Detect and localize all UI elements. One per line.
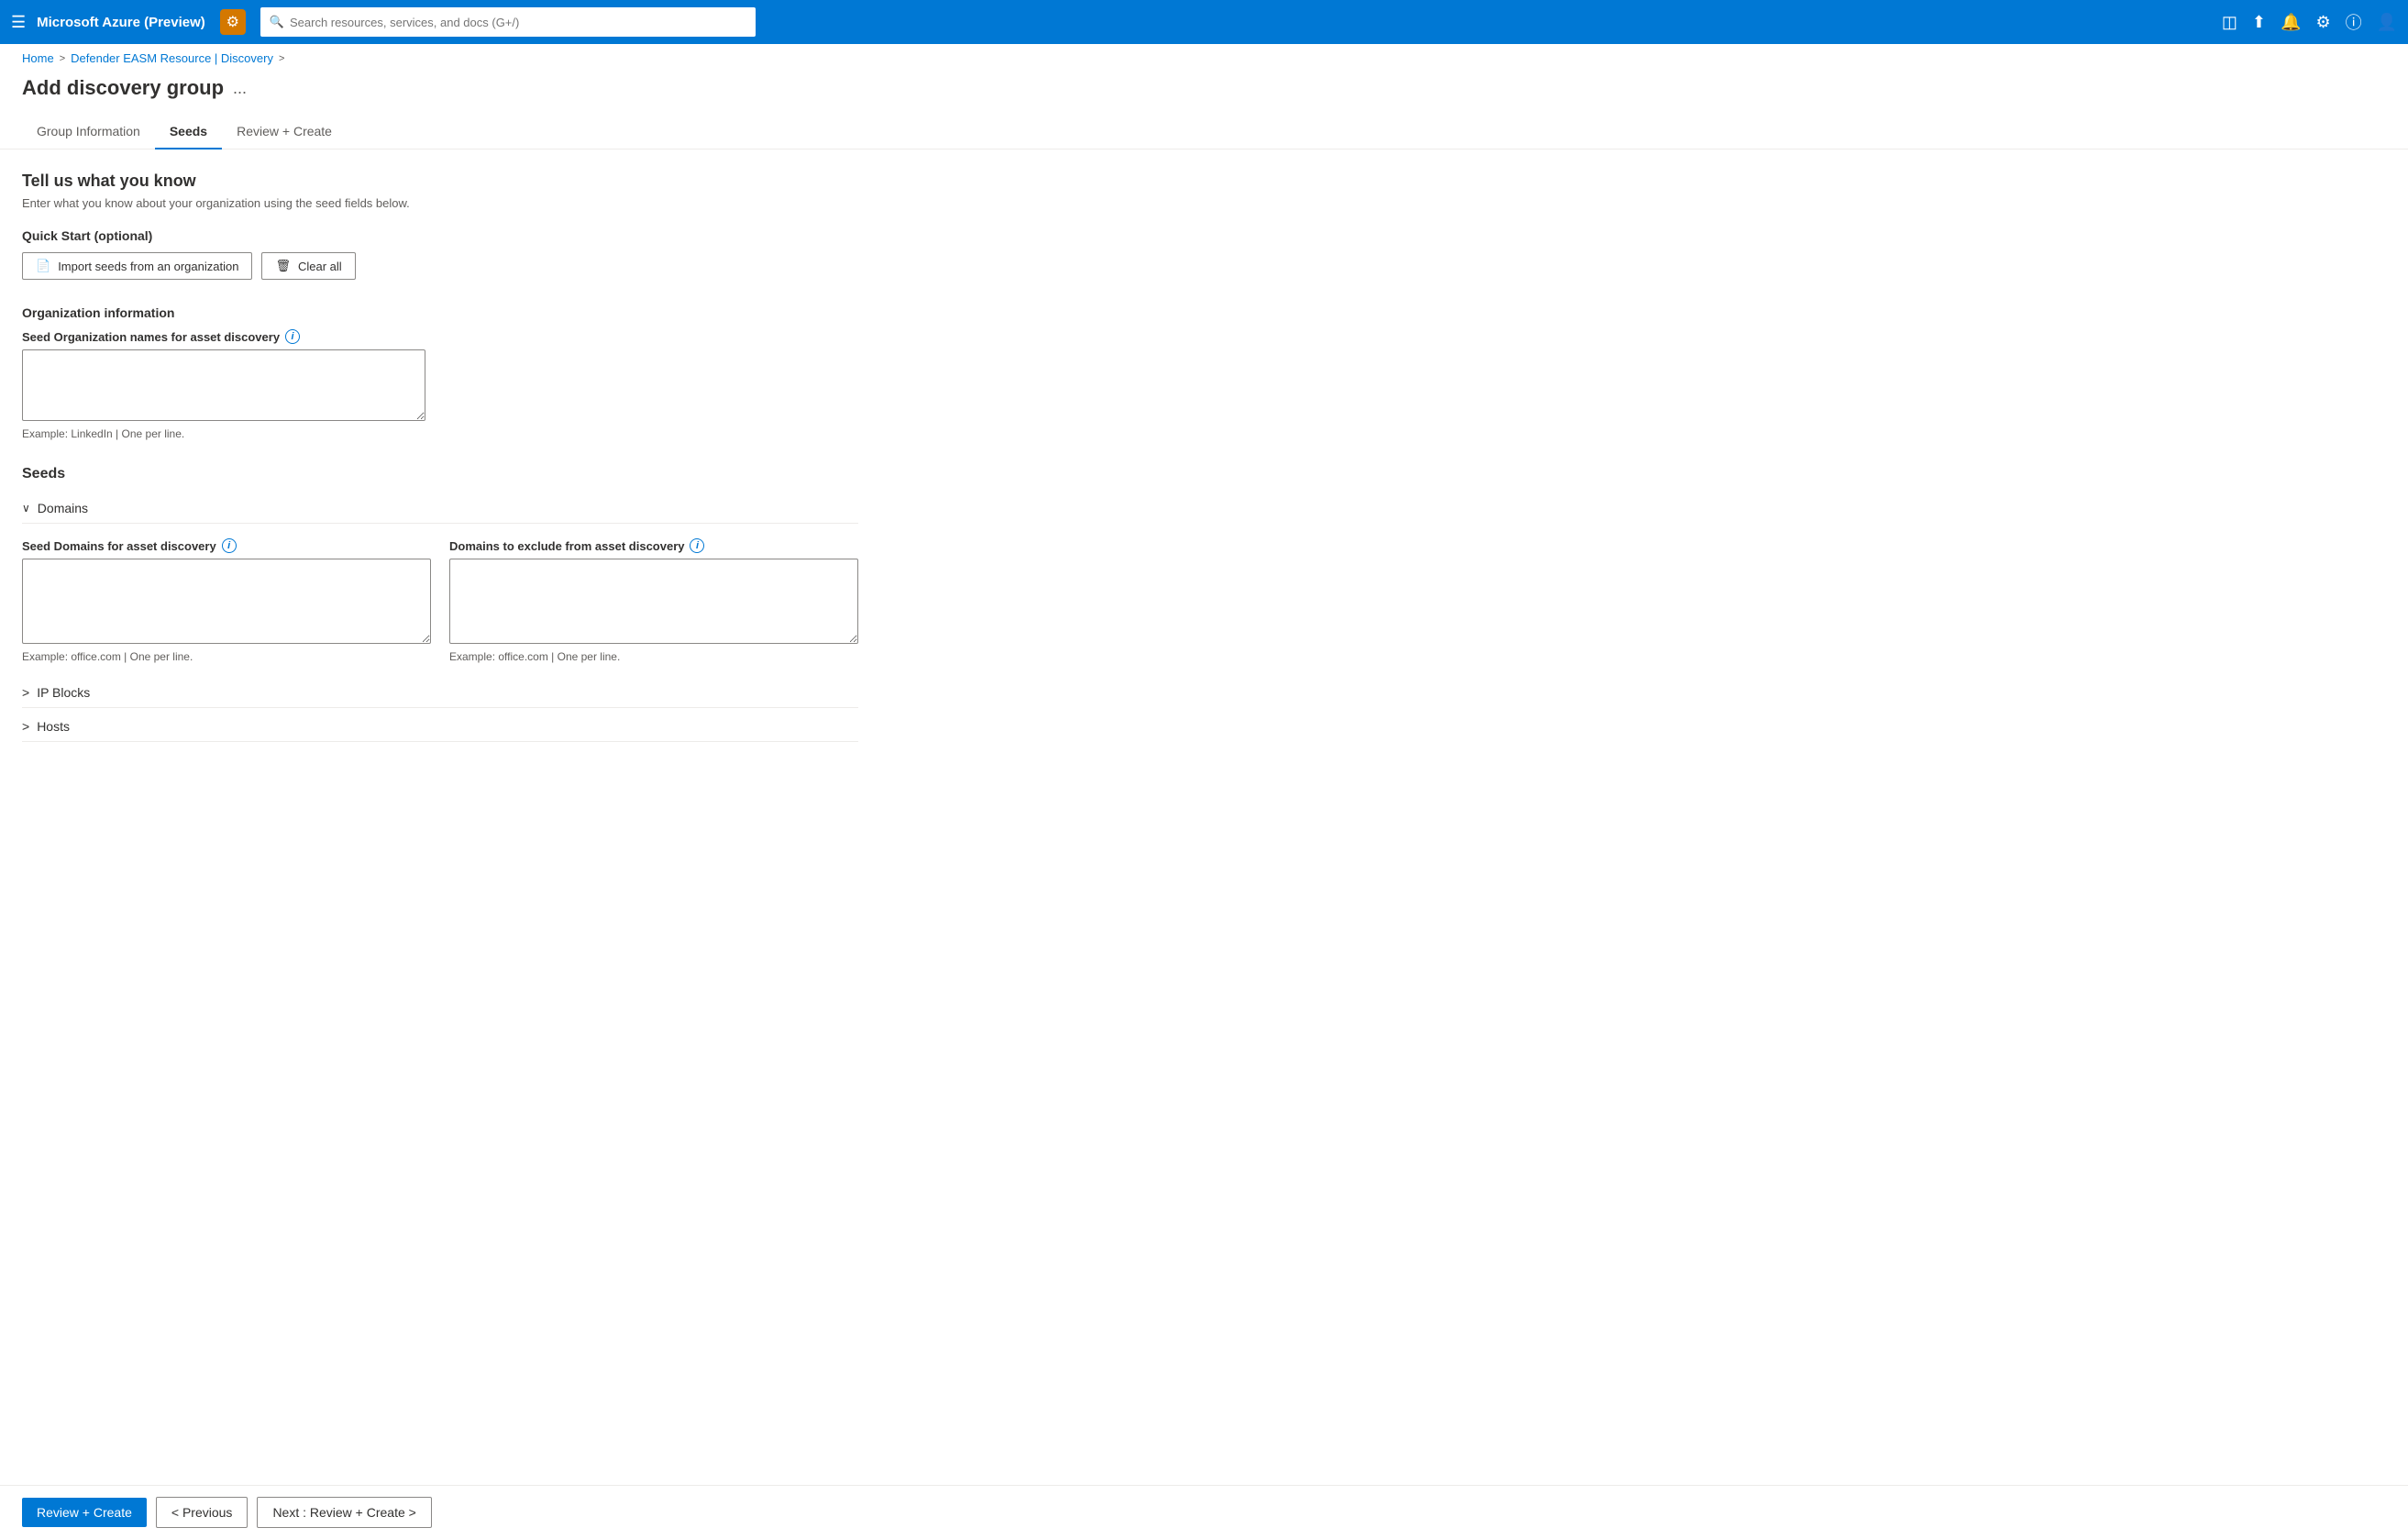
- app-title: Microsoft Azure (Preview): [37, 15, 205, 30]
- search-icon: 🔍: [270, 15, 284, 29]
- org-names-label: Seed Organization names for asset discov…: [22, 329, 858, 344]
- previous-button[interactable]: < Previous: [156, 1497, 249, 1528]
- page-header: Add discovery group ...: [0, 72, 2408, 115]
- tab-group-information[interactable]: Group Information: [22, 115, 155, 149]
- seed-domains-hint: Example: office.com | One per line.: [22, 650, 431, 663]
- trash-icon: 🗑: [275, 259, 291, 273]
- hosts-chevron-icon: >: [22, 719, 29, 734]
- org-names-textarea[interactable]: [22, 349, 425, 421]
- ip-blocks-label: IP Blocks: [37, 685, 90, 700]
- search-input[interactable]: [290, 16, 746, 29]
- org-names-info-icon[interactable]: i: [285, 329, 300, 344]
- import-icon: 📄: [36, 259, 50, 273]
- breadcrumb-separator-2: >: [279, 53, 284, 64]
- tabs-navigation: Group Information Seeds Review + Create: [0, 115, 2408, 149]
- upload-icon[interactable]: ⬆: [2252, 13, 2266, 32]
- seeds-title: Seeds: [22, 466, 858, 482]
- seeds-section: Seeds ∨ Domains Seed Domains for asset d…: [22, 466, 858, 742]
- hosts-label: Hosts: [37, 719, 70, 734]
- hosts-header[interactable]: > Hosts: [22, 712, 858, 742]
- user-icon[interactable]: 👤: [2377, 13, 2397, 32]
- tab-seeds[interactable]: Seeds: [155, 115, 222, 149]
- exclude-domains-col: Domains to exclude from asset discovery …: [449, 538, 858, 663]
- seed-domains-info-icon[interactable]: i: [222, 538, 237, 553]
- import-seeds-button[interactable]: 📄 Import seeds from an organization: [22, 252, 252, 280]
- domains-chevron-icon: ∨: [22, 502, 30, 515]
- domains-label: Domains: [38, 501, 88, 515]
- more-options-icon[interactable]: ...: [233, 79, 247, 98]
- breadcrumb: Home > Defender EASM Resource | Discover…: [0, 44, 2408, 72]
- app-icon: ⚙: [220, 9, 246, 35]
- bell-icon[interactable]: 🔔: [2281, 13, 2301, 32]
- intro-section: Tell us what you know Enter what you kno…: [22, 172, 858, 210]
- domains-header[interactable]: ∨ Domains: [22, 493, 858, 524]
- help-icon[interactable]: ⓘ: [2346, 10, 2362, 34]
- section-desc: Enter what you know about your organizat…: [22, 196, 858, 210]
- breadcrumb-separator-1: >: [60, 53, 65, 64]
- exclude-domains-textarea[interactable]: [449, 559, 858, 644]
- top-navigation: ☰ Microsoft Azure (Preview) ⚙ 🔍 ◫ ⬆ 🔔 ⚙ …: [0, 0, 2408, 44]
- seed-domains-col: Seed Domains for asset discovery i Examp…: [22, 538, 431, 663]
- org-names-hint: Example: LinkedIn | One per line.: [22, 427, 858, 440]
- exclude-domains-hint: Example: office.com | One per line.: [449, 650, 858, 663]
- quick-start-label: Quick Start (optional): [22, 228, 858, 243]
- quick-start-buttons: 📄 Import seeds from an organization 🗑 Cl…: [22, 252, 858, 280]
- page-title: Add discovery group: [22, 76, 224, 100]
- search-bar[interactable]: 🔍: [260, 7, 756, 37]
- ip-blocks-chevron-icon: >: [22, 685, 29, 700]
- seed-domains-textarea[interactable]: [22, 559, 431, 644]
- domains-content: Seed Domains for asset discovery i Examp…: [22, 538, 858, 663]
- next-button[interactable]: Next : Review + Create >: [257, 1497, 431, 1528]
- tab-review-create[interactable]: Review + Create: [222, 115, 347, 149]
- breadcrumb-home[interactable]: Home: [22, 51, 54, 65]
- nav-icons: ◫ ⬆ 🔔 ⚙ ⓘ 👤: [2222, 10, 2397, 34]
- hamburger-menu-icon[interactable]: ☰: [11, 13, 26, 32]
- section-title: Tell us what you know: [22, 172, 858, 191]
- screen-icon[interactable]: ◫: [2222, 13, 2237, 32]
- organization-information-section: Organization information Seed Organizati…: [22, 305, 858, 440]
- seed-domains-label: Seed Domains for asset discovery i: [22, 538, 431, 553]
- settings-icon[interactable]: ⚙: [2315, 13, 2330, 32]
- quick-start-section: Quick Start (optional) 📄 Import seeds fr…: [22, 228, 858, 280]
- domains-fields: Seed Domains for asset discovery i Examp…: [22, 538, 858, 663]
- org-info-title: Organization information: [22, 305, 858, 320]
- bottom-bar: Review + Create < Previous Next : Review…: [0, 1485, 2408, 1539]
- ip-blocks-header[interactable]: > IP Blocks: [22, 678, 858, 708]
- exclude-domains-label: Domains to exclude from asset discovery …: [449, 538, 858, 553]
- breadcrumb-discovery[interactable]: Defender EASM Resource | Discovery: [71, 51, 273, 65]
- main-content: Tell us what you know Enter what you kno…: [0, 149, 880, 819]
- exclude-domains-info-icon[interactable]: i: [690, 538, 704, 553]
- clear-all-button[interactable]: 🗑 Clear all: [261, 252, 355, 280]
- review-create-button[interactable]: Review + Create: [22, 1498, 147, 1527]
